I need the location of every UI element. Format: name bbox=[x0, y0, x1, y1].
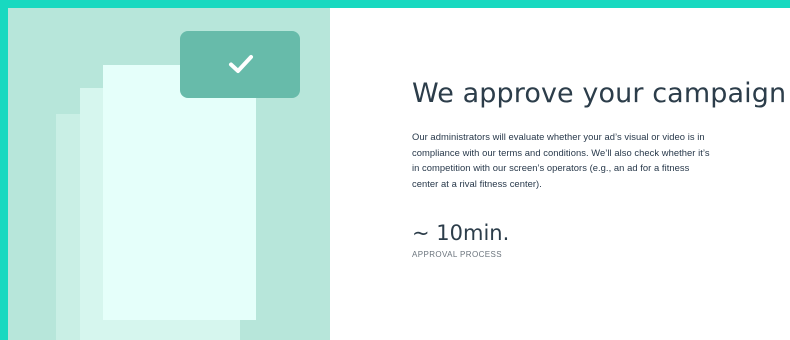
approval-time-value: ~ 10min. bbox=[412, 221, 510, 245]
approval-illustration bbox=[8, 8, 330, 340]
approval-content: We approve your campaign Our administrat… bbox=[412, 75, 788, 260]
approval-time-metric: ~ 10min. APPROVAL PROCESS bbox=[412, 219, 788, 260]
document-sheet-front bbox=[103, 65, 256, 320]
check-icon bbox=[229, 55, 253, 73]
approval-description: Our administrators will evaluate whether… bbox=[412, 131, 710, 189]
campaign-approval-section: We approve your campaign Our administrat… bbox=[8, 8, 790, 340]
approval-badge bbox=[180, 31, 300, 98]
section-title: We approve your campaign bbox=[412, 78, 787, 109]
approval-time-label: APPROVAL PROCESS bbox=[412, 250, 502, 259]
